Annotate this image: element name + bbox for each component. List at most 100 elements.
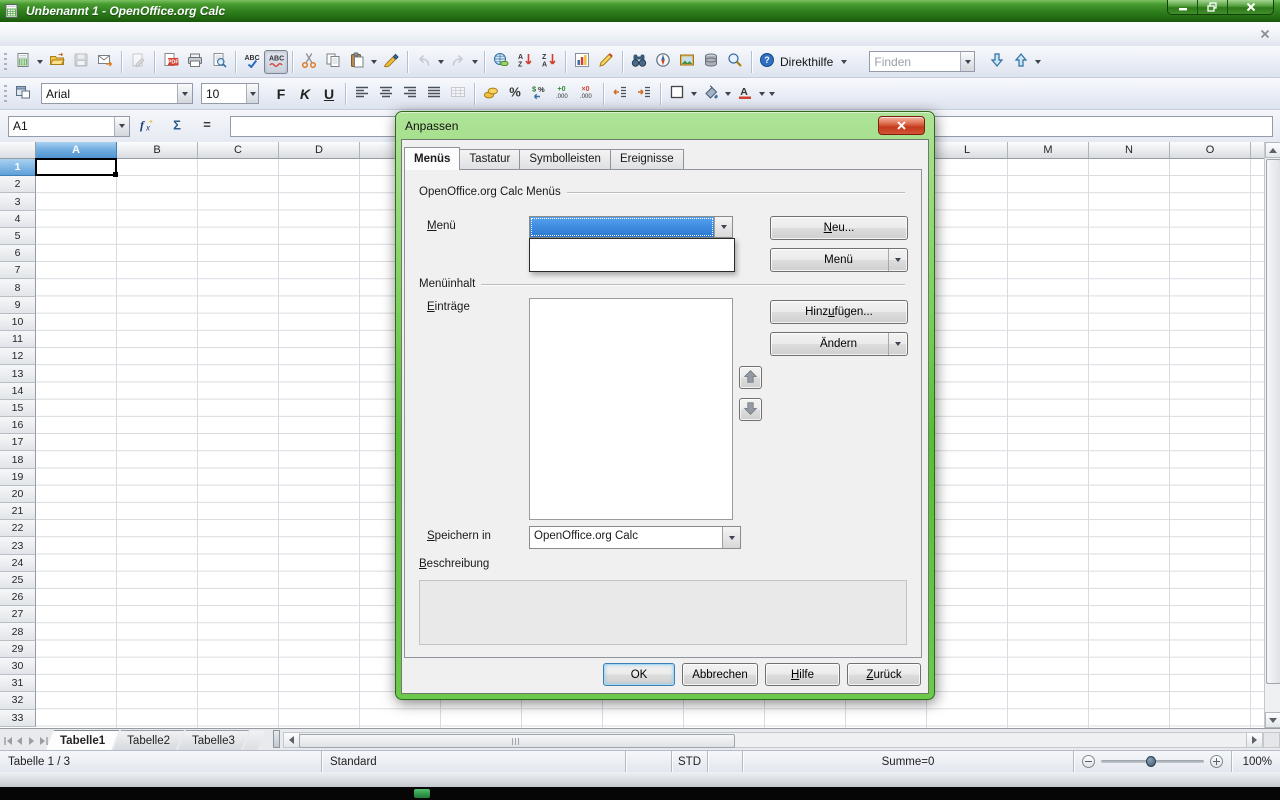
spellcheck-button[interactable]: ABC xyxy=(240,50,264,74)
redo-dropdown-button[interactable] xyxy=(470,50,480,74)
dialog-close-button[interactable] xyxy=(878,116,925,135)
borders-button[interactable] xyxy=(665,82,689,106)
cut-button[interactable] xyxy=(297,50,321,74)
row-header-6[interactable]: 6 xyxy=(0,245,36,262)
vertical-scroll-thumb[interactable] xyxy=(1266,159,1280,684)
menu-actions-dropdown[interactable] xyxy=(888,249,907,271)
cancel-button[interactable]: Abbrechen xyxy=(682,663,758,686)
next-sheet-button[interactable] xyxy=(26,733,37,748)
row-header-25[interactable]: 25 xyxy=(0,572,36,589)
font-color-dropdown-button[interactable] xyxy=(757,82,767,106)
toolbar-grip[interactable] xyxy=(4,53,7,71)
find-toolbar-combo[interactable] xyxy=(869,51,975,72)
menu-dropdown-list[interactable] xyxy=(529,238,735,272)
column-header-L[interactable]: L xyxy=(927,142,1008,159)
underline-button[interactable]: U xyxy=(317,82,341,106)
hyperlink-button[interactable] xyxy=(489,50,513,74)
taskbar-app-icon[interactable] xyxy=(414,789,430,798)
dialog-tab-1[interactable]: Menüs xyxy=(404,147,460,170)
zoom-percentage[interactable]: 100% xyxy=(1232,751,1280,772)
scroll-right-button[interactable] xyxy=(1246,733,1262,747)
auto-spellcheck-button[interactable]: ABC xyxy=(264,50,288,74)
status-selection-mode[interactable]: STD xyxy=(672,751,708,772)
row-header-13[interactable]: 13 xyxy=(0,365,36,382)
row-header-33[interactable]: 33 xyxy=(0,710,36,727)
zoom-track[interactable] xyxy=(1101,760,1204,763)
row-header-2[interactable]: 2 xyxy=(0,176,36,193)
font-name-combo[interactable] xyxy=(41,83,193,104)
horizontal-scrollbar[interactable] xyxy=(283,732,1263,748)
currency-button[interactable] xyxy=(479,82,503,106)
modify-dropdown[interactable] xyxy=(888,333,907,355)
row-header-24[interactable]: 24 xyxy=(0,555,36,572)
minimize-button[interactable] xyxy=(1168,0,1198,14)
font-name-dropdown-button[interactable] xyxy=(177,84,192,103)
dialog-tab-2[interactable]: Tastatur xyxy=(460,149,519,169)
data-sources-button[interactable] xyxy=(699,50,723,74)
menu-combobox-dropdown-button[interactable] xyxy=(714,217,732,237)
save-button[interactable] xyxy=(69,50,93,74)
paste-button[interactable] xyxy=(345,50,369,74)
new-dropdown-button[interactable] xyxy=(35,50,45,74)
zoom-thumb[interactable] xyxy=(1146,756,1156,767)
row-header-18[interactable]: 18 xyxy=(0,451,36,468)
close-button[interactable] xyxy=(1228,0,1273,14)
copy-button[interactable] xyxy=(321,50,345,74)
first-sheet-button[interactable] xyxy=(2,733,13,748)
reset-button[interactable]: Zurück xyxy=(847,663,921,686)
column-header-D[interactable]: D xyxy=(279,142,360,159)
row-header-28[interactable]: 28 xyxy=(0,623,36,640)
scroll-left-button[interactable] xyxy=(284,733,300,747)
format-paintbrush-button[interactable] xyxy=(379,50,403,74)
move-down-button[interactable] xyxy=(739,398,762,421)
row-header-3[interactable]: 3 xyxy=(0,193,36,210)
zoom-button[interactable] xyxy=(723,50,747,74)
find-replace-button[interactable] xyxy=(627,50,651,74)
status-page-style[interactable]: Standard xyxy=(322,751,626,772)
bold-button[interactable]: F xyxy=(269,82,293,106)
row-header-8[interactable]: 8 xyxy=(0,279,36,296)
open-button[interactable] xyxy=(45,50,69,74)
page-preview-button[interactable] xyxy=(207,50,231,74)
row-header-20[interactable]: 20 xyxy=(0,486,36,503)
paste-dropdown-button[interactable] xyxy=(369,50,379,74)
column-header-partial[interactable] xyxy=(1251,142,1265,159)
find-input[interactable] xyxy=(870,53,960,70)
status-sum[interactable]: Summe=0 xyxy=(743,751,1074,772)
background-color-button[interactable] xyxy=(699,82,723,106)
column-header-O[interactable]: O xyxy=(1170,142,1251,159)
last-sheet-button[interactable] xyxy=(38,733,49,748)
redo-button[interactable] xyxy=(446,50,470,74)
sheet-tab-tabelle1[interactable]: Tabelle1 xyxy=(46,730,119,750)
merge-cells-button[interactable] xyxy=(446,82,470,106)
new-menu-button[interactable]: Neu... xyxy=(770,216,908,240)
toolbar-overflow-button[interactable] xyxy=(839,50,849,74)
name-box[interactable] xyxy=(8,116,130,137)
row-header-5[interactable]: 5 xyxy=(0,228,36,245)
sheet-tab-tabelle2[interactable]: Tabelle2 xyxy=(113,730,184,750)
select-all-corner[interactable] xyxy=(0,142,36,159)
print-button[interactable] xyxy=(183,50,207,74)
find-next-button[interactable] xyxy=(985,50,1009,74)
tab-scrollbar-splitter[interactable] xyxy=(273,730,280,748)
find-previous-button[interactable] xyxy=(1009,50,1033,74)
zoom-slider[interactable] xyxy=(1074,751,1232,772)
scroll-down-button[interactable] xyxy=(1265,712,1280,728)
add-decimal-button[interactable]: +0.000 xyxy=(551,82,575,106)
column-header-C[interactable]: C xyxy=(198,142,279,159)
sum-button[interactable]: Σ xyxy=(164,114,190,138)
help-button[interactable]: ?Direkthilfe xyxy=(756,50,839,74)
function-wizard-button[interactable]: fx xyxy=(134,114,160,138)
increase-indent-button[interactable] xyxy=(632,82,656,106)
menu-combobox[interactable] xyxy=(529,216,733,238)
zoom-out-icon[interactable] xyxy=(1082,755,1095,768)
toolbar-overflow-button[interactable] xyxy=(767,82,777,106)
italic-button[interactable]: K xyxy=(293,82,317,106)
status-insert-mode[interactable] xyxy=(626,751,672,772)
draw-functions-button[interactable] xyxy=(594,50,618,74)
save-in-combobox[interactable]: OpenOffice.org Calc xyxy=(529,526,741,549)
delete-decimal-button[interactable]: ×0.000 xyxy=(575,82,599,106)
save-in-dropdown-button[interactable] xyxy=(722,527,740,548)
close-document-icon[interactable] xyxy=(1258,27,1272,41)
row-header-12[interactable]: 12 xyxy=(0,348,36,365)
